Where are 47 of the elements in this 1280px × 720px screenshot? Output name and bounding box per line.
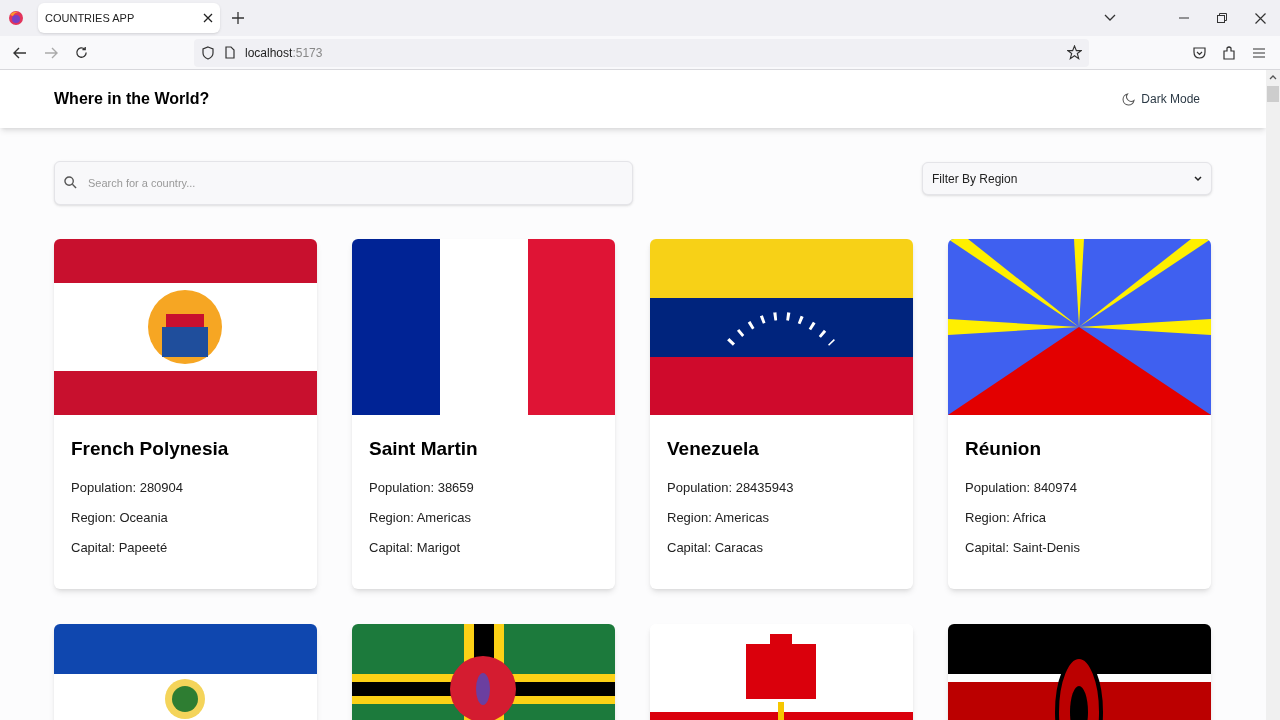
search-field[interactable]: Search for a country... (54, 161, 633, 205)
country-card[interactable]: Saint Martin Population: 38659 Region: Americas Capital: Marigot (352, 239, 615, 589)
scroll-up-icon[interactable] (1269, 75, 1277, 80)
url-text: localhost:5173 (245, 44, 323, 62)
menu-icon[interactable] (1253, 47, 1265, 58)
region-text: Region: Africa (965, 508, 1047, 527)
country-card[interactable]: Réunion Population: 840974 Region: Africa Capital: Saint-Denis (948, 239, 1211, 589)
extensions-icon[interactable] (1223, 45, 1236, 60)
dark-mode-toggle[interactable]: Dark Mode (1122, 90, 1200, 108)
region-text: Region: Americas (667, 508, 770, 527)
tab-title: COUNTRIES APP (45, 10, 135, 26)
region-text: Region: Oceania (71, 508, 169, 527)
capital-text: Capital: Marigot (369, 538, 462, 557)
population-text: Population: 28435943 (667, 478, 795, 497)
star-icon[interactable] (1067, 45, 1082, 60)
country-name: French Polynesia (71, 437, 230, 461)
browser-logo-icon[interactable] (8, 10, 24, 26)
shield-icon[interactable] (202, 45, 214, 60)
scrollbar-thumb[interactable] (1267, 86, 1279, 102)
region-text: Region: Americas (369, 508, 472, 527)
close-icon[interactable] (203, 13, 213, 23)
moon-icon (1122, 92, 1136, 106)
capital-text: Capital: Saint-Denis (965, 538, 1081, 557)
population-text: Population: 840974 (965, 478, 1079, 497)
browser-tab[interactable]: COUNTRIES APP (38, 3, 220, 33)
pocket-icon[interactable] (1193, 46, 1206, 59)
country-name: Réunion (965, 437, 1042, 461)
reload-icon[interactable] (75, 46, 88, 59)
app-title: Where in the World? (54, 89, 210, 109)
capital-text: Capital: Caracas (667, 538, 765, 557)
page-icon (225, 46, 235, 59)
chevron-down-icon[interactable] (1104, 14, 1116, 22)
new-tab-icon[interactable] (232, 12, 244, 24)
population-text: Population: 280904 (71, 478, 185, 497)
back-icon[interactable] (13, 46, 27, 59)
chevron-down-icon (1194, 175, 1202, 182)
country-name: Saint Martin (369, 437, 479, 461)
search-icon (64, 176, 77, 189)
region-filter-dropdown[interactable]: Filter By Region (922, 162, 1212, 195)
restore-icon[interactable] (1217, 13, 1227, 23)
close-icon[interactable] (1255, 12, 1266, 24)
address-bar[interactable]: localhost:5173 (194, 38, 1089, 67)
capital-text: Capital: Papeeté (71, 538, 169, 557)
country-card[interactable]: French Polynesia Population: 280904 Region: Oceania Capital: Papeeté (54, 239, 317, 589)
population-text: Population: 38659 (369, 478, 475, 497)
country-name: Venezuela (667, 437, 760, 461)
country-card[interactable]: Venezuela Population: 28435943 Region: Americas Capital: Caracas (650, 239, 913, 589)
